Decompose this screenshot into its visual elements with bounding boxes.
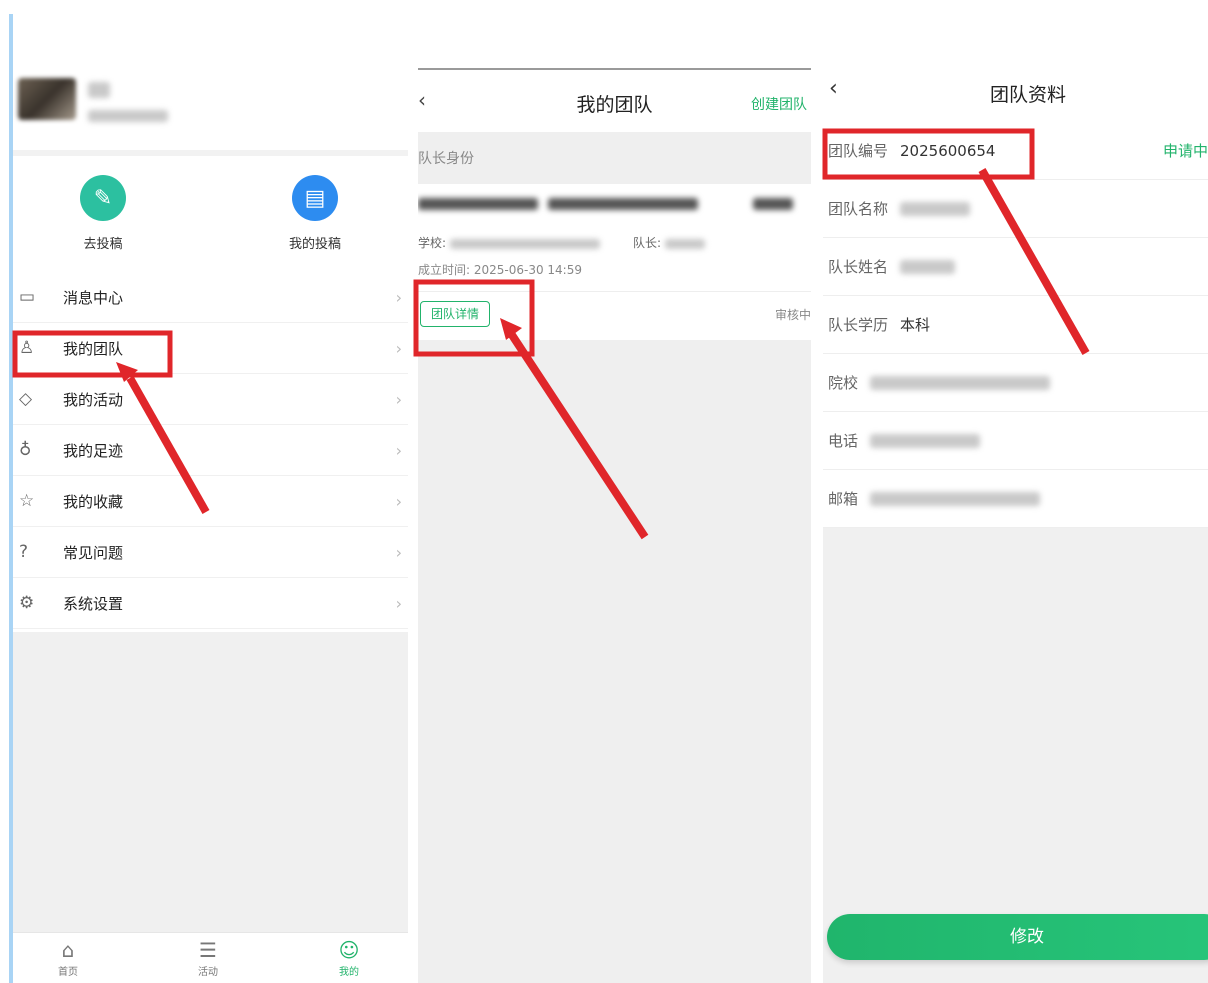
school-label: 学校: — [418, 236, 447, 250]
profile-icon: ☺ — [338, 938, 360, 962]
menu-item-my-activities[interactable]: ◇ 我的活动 › — [13, 374, 408, 425]
username-redacted — [88, 82, 110, 98]
education-value: 本科 — [900, 316, 931, 334]
field-school: 院校 — [823, 354, 1208, 412]
chevron-right-icon: › — [395, 593, 402, 613]
nav-bar: ‹ 团队资料 — [823, 62, 1208, 122]
divider — [418, 291, 811, 292]
avatar[interactable] — [18, 78, 76, 120]
modify-button[interactable]: 修改 — [827, 914, 1208, 960]
team-name-redacted — [900, 201, 971, 216]
home-icon: ⌂ — [61, 938, 75, 962]
menu-item-label: 常见问题 — [63, 543, 124, 562]
gear-icon: ⚙ — [19, 593, 35, 613]
section-label: 队长身份 — [418, 151, 474, 167]
empty-area — [13, 632, 408, 932]
clipboard-icon: ▤ — [292, 175, 338, 221]
email-redacted — [870, 491, 1041, 506]
field-label: 队长姓名 — [828, 258, 889, 276]
tab-home[interactable]: ⌂ 首页 — [38, 937, 98, 978]
field-leader-education: 队长学历 本科 — [823, 296, 1208, 354]
leader-redacted — [664, 238, 705, 249]
field-label: 团队编号 — [828, 142, 889, 160]
leader-name-redacted — [900, 259, 956, 274]
submit-post-button[interactable]: ✎ 去投稿 — [43, 175, 163, 252]
nav-bar: ‹ 我的团队 创建团队 — [418, 70, 811, 132]
team-number-value: 2025600654 — [900, 141, 996, 160]
pencil-icon: ✎ — [80, 175, 126, 221]
user-id-redacted — [88, 110, 168, 122]
field-team-number: 团队编号 2025600654 申请中 — [823, 122, 1208, 180]
field-leader-name: 队长姓名 — [823, 238, 1208, 296]
question-icon: ? — [19, 542, 29, 562]
profile-screen: ✎ 去投稿 ▤ 我的投稿 ▭ 消息中心 › ♙ 我的团队 › ◇ 我的活动 › … — [0, 0, 408, 983]
team-name-redacted — [548, 198, 698, 210]
field-label: 团队名称 — [828, 200, 889, 218]
tab-mine[interactable]: ☺ 我的 — [319, 937, 379, 978]
activity-tag-icon: ◇ — [19, 389, 33, 409]
create-team-button[interactable]: 创建团队 — [751, 94, 807, 114]
status-badge: 审核中 — [775, 308, 811, 322]
divider — [13, 150, 408, 156]
menu-item-messages[interactable]: ▭ 消息中心 › — [13, 272, 408, 323]
field-team-name: 团队名称 — [823, 180, 1208, 238]
menu-item-label: 系统设置 — [63, 594, 124, 613]
tab-activities[interactable]: ☰ 活动 — [178, 937, 238, 978]
user-profile-header[interactable] — [13, 60, 408, 150]
activity-icon: ☰ — [199, 938, 217, 962]
team-name-redacted — [418, 198, 538, 210]
established-time: 成立时间: 2025-06-30 14:59 — [418, 263, 582, 277]
chevron-right-icon: › — [395, 440, 402, 460]
team-name-redacted — [753, 198, 793, 210]
team-list-screen: ‹ 我的团队 创建团队 队长身份 学校: 队长: 成立时间: 2025-06-3… — [418, 68, 811, 983]
school-field: 学校: — [418, 234, 600, 251]
team-detail-button[interactable]: 团队详情 — [420, 301, 490, 327]
chevron-right-icon: › — [395, 338, 402, 358]
chevron-right-icon: › — [395, 542, 402, 562]
menu-item-favorites[interactable]: ☆ 我的收藏 › — [13, 476, 408, 527]
status-badge: 申请中 — [1162, 142, 1208, 160]
field-label: 队长学历 — [828, 316, 889, 334]
page-title: 团队资料 — [989, 84, 1066, 106]
school-redacted — [449, 238, 600, 249]
menu-item-faq[interactable]: ? 常见问题 › — [13, 527, 408, 578]
tab-label: 活动 — [198, 967, 218, 978]
footprint-icon: ♁ — [19, 440, 32, 460]
chevron-right-icon: › — [395, 287, 402, 307]
my-posts-button[interactable]: ▤ 我的投稿 — [255, 175, 375, 252]
menu-item-footprints[interactable]: ♁ 我的足迹 › — [13, 425, 408, 476]
menu-item-label: 我的活动 — [63, 390, 124, 409]
field-label: 电话 — [828, 432, 859, 450]
submit-post-label: 去投稿 — [83, 237, 123, 252]
leader-label: 队长: — [633, 236, 662, 250]
field-email: 邮箱 — [823, 470, 1208, 528]
menu-item-label: 消息中心 — [63, 288, 124, 307]
message-icon: ▭ — [19, 287, 36, 307]
menu-item-label: 我的团队 — [63, 339, 124, 358]
school-redacted — [870, 375, 1051, 390]
chevron-right-icon: › — [395, 389, 402, 409]
team-card[interactable]: 学校: 队长: 成立时间: 2025-06-30 14:59 团队详情 审核中 — [418, 184, 811, 340]
field-label: 邮箱 — [828, 490, 859, 508]
team-info-form: 团队编号 2025600654 申请中 团队名称 队长姓名 队长学历 本科 院校… — [823, 122, 1208, 528]
star-icon: ☆ — [19, 491, 35, 511]
tab-label: 我的 — [339, 967, 359, 978]
tab-label: 首页 — [58, 967, 78, 978]
profile-menu: ▭ 消息中心 › ♙ 我的团队 › ◇ 我的活动 › ♁ 我的足迹 › ☆ 我的… — [13, 272, 408, 629]
menu-item-settings[interactable]: ⚙ 系统设置 › — [13, 578, 408, 629]
field-phone: 电话 — [823, 412, 1208, 470]
team-icon: ♙ — [19, 338, 35, 358]
leader-field: 队长: — [633, 234, 705, 251]
field-label: 院校 — [828, 374, 859, 392]
my-posts-label: 我的投稿 — [288, 237, 341, 252]
phone-redacted — [870, 433, 981, 448]
menu-item-label: 我的足迹 — [63, 441, 124, 460]
chevron-right-icon: › — [395, 491, 402, 511]
bottom-tab-bar: ⌂ 首页 ☰ 活动 ☺ 我的 — [13, 932, 408, 983]
menu-item-label: 我的收藏 — [63, 492, 124, 511]
team-profile-screen: ‹ 团队资料 团队编号 2025600654 申请中 团队名称 队长姓名 队长学… — [823, 62, 1208, 983]
menu-item-my-team[interactable]: ♙ 我的团队 › — [13, 323, 408, 374]
